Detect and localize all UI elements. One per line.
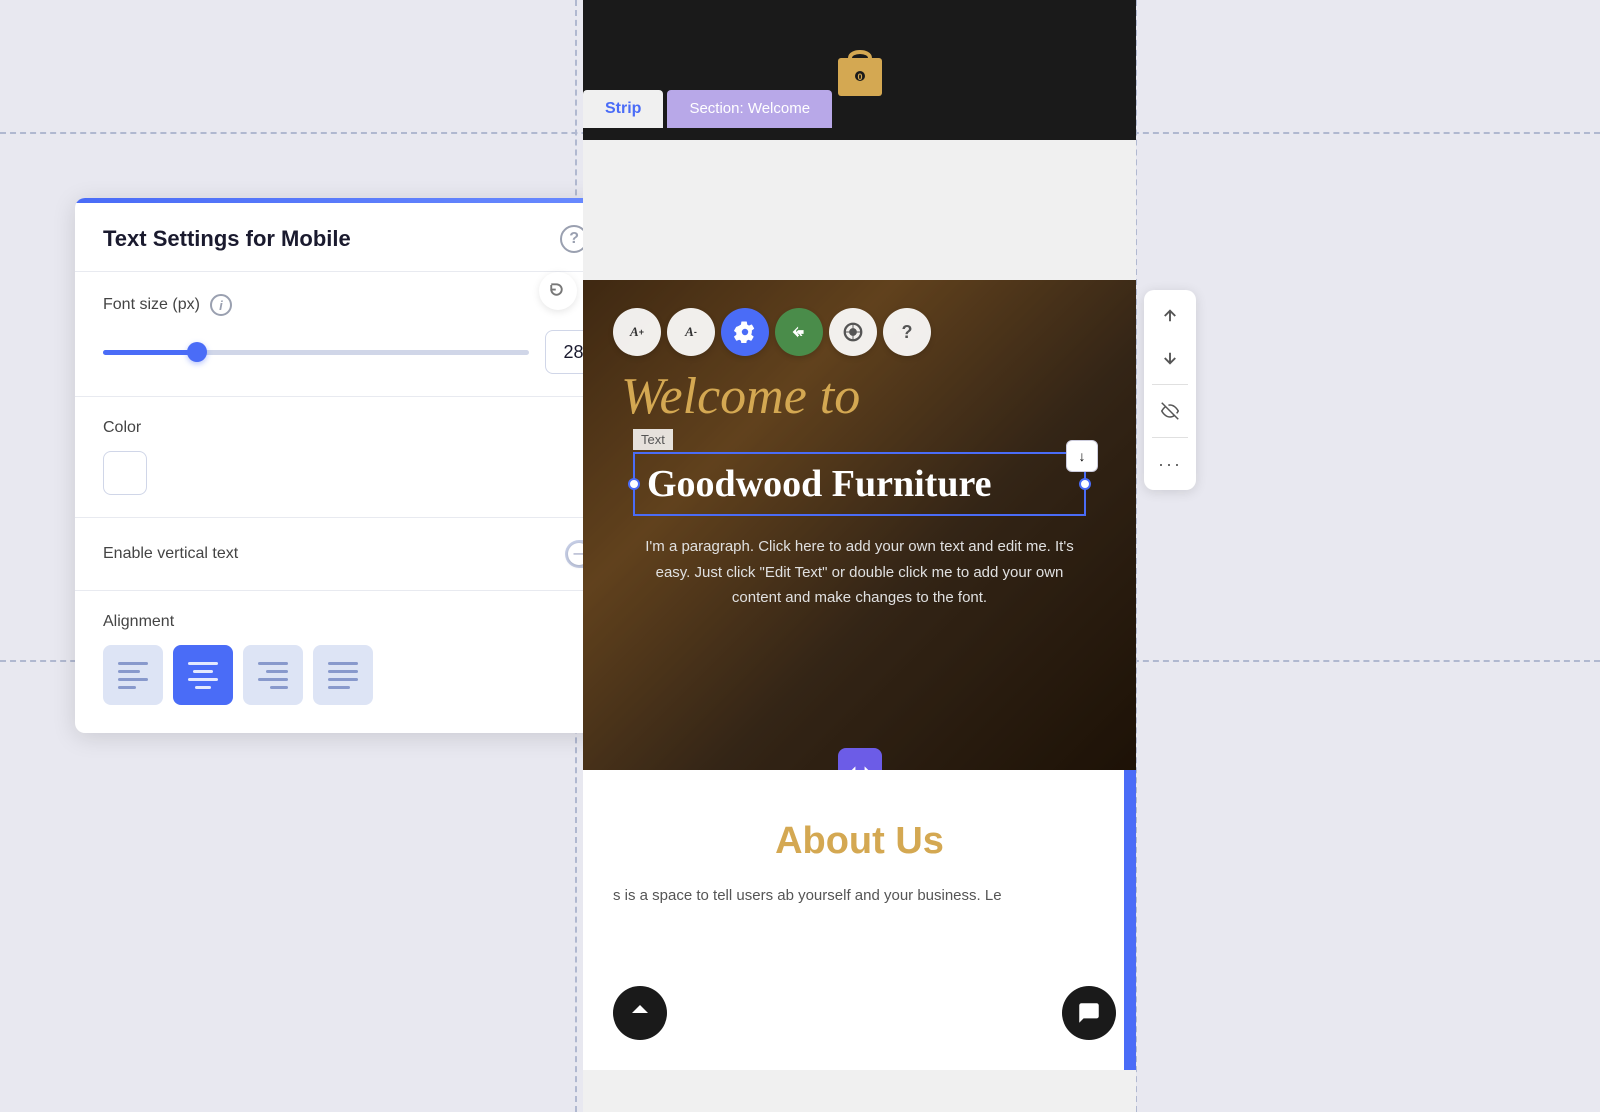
- text-element-wrapper: Text ↓ Goodwood Furniture: [633, 429, 1086, 516]
- anchor-right: [1079, 478, 1091, 490]
- panel-title: Text Settings for Mobile: [103, 226, 560, 252]
- color-swatch[interactable]: [103, 451, 147, 495]
- scroll-up-button[interactable]: [613, 986, 667, 1040]
- back-arrows-icon[interactable]: «: [775, 308, 823, 356]
- text-toolbar: A+ A- « ?: [613, 308, 1106, 356]
- about-text: s is a space to tell users ab yourself a…: [613, 883, 1106, 909]
- divider: [1152, 384, 1188, 385]
- gear-icon[interactable]: [721, 308, 769, 356]
- color-label: Color: [103, 419, 617, 437]
- section-tab[interactable]: Section: Welcome: [667, 90, 832, 128]
- align-justify-button[interactable]: [313, 645, 373, 705]
- right-controls: ···: [1144, 290, 1196, 490]
- vertical-text-label: Enable vertical text: [103, 545, 238, 563]
- align-center-button[interactable]: [173, 645, 233, 705]
- hide-button[interactable]: [1152, 393, 1188, 429]
- hero-section: A+ A- « ?: [583, 280, 1136, 770]
- search-circle-icon[interactable]: [829, 308, 877, 356]
- chat-button[interactable]: [1062, 986, 1116, 1040]
- preview-area: 0 Strip Section: Welcome A+ A-: [583, 0, 1136, 1112]
- welcome-heading: Welcome to: [613, 368, 1106, 425]
- hero-paragraph: I'm a paragraph. Click here to add your …: [613, 534, 1106, 611]
- undo-button[interactable]: [539, 272, 577, 310]
- move-up-button[interactable]: [1152, 298, 1188, 334]
- alignment-label: Alignment: [103, 613, 617, 631]
- vertical-text-row: Enable vertical text: [103, 540, 617, 568]
- slider-track: [103, 350, 529, 355]
- site-tabs: Strip Section: Welcome: [583, 90, 832, 128]
- increase-font-icon[interactable]: A+: [613, 308, 661, 356]
- question-icon[interactable]: ?: [883, 308, 931, 356]
- more-options-button[interactable]: ···: [1152, 446, 1188, 482]
- hero-content: A+ A- « ?: [583, 280, 1136, 631]
- heading-text: Goodwood Furniture: [647, 462, 1072, 506]
- decrease-font-icon[interactable]: A-: [667, 308, 715, 356]
- anchor-left: [628, 478, 640, 490]
- vertical-text-section: Enable vertical text: [75, 518, 645, 591]
- slider-thumb[interactable]: [187, 342, 207, 362]
- alignment-buttons: [103, 645, 617, 705]
- alignment-section: Alignment: [75, 591, 645, 733]
- panel-header: Text Settings for Mobile ? ×: [75, 203, 645, 272]
- about-blue-bar: [1124, 770, 1136, 1070]
- download-icon[interactable]: ↓: [1066, 440, 1098, 472]
- shopping-bag-icon: 0: [834, 40, 886, 100]
- about-title: About Us: [613, 820, 1106, 863]
- about-section: About Us s is a space to tell users ab y…: [583, 770, 1136, 1070]
- color-section: Color: [75, 397, 645, 518]
- text-element-label: Text: [633, 429, 673, 450]
- move-down-button[interactable]: [1152, 340, 1188, 376]
- strip-tab[interactable]: Strip: [583, 90, 663, 128]
- svg-text:0: 0: [857, 72, 862, 82]
- resize-handle[interactable]: [838, 748, 882, 770]
- align-left-button[interactable]: [103, 645, 163, 705]
- slider-fill: [103, 350, 197, 355]
- font-size-row: [103, 330, 617, 374]
- align-right-button[interactable]: [243, 645, 303, 705]
- font-size-info-icon[interactable]: i: [210, 294, 232, 316]
- divider2: [1152, 437, 1188, 438]
- font-size-slider[interactable]: [103, 341, 529, 363]
- welcome-text: Welcome to: [621, 368, 860, 425]
- text-element-box[interactable]: ↓ Goodwood Furniture: [633, 452, 1086, 516]
